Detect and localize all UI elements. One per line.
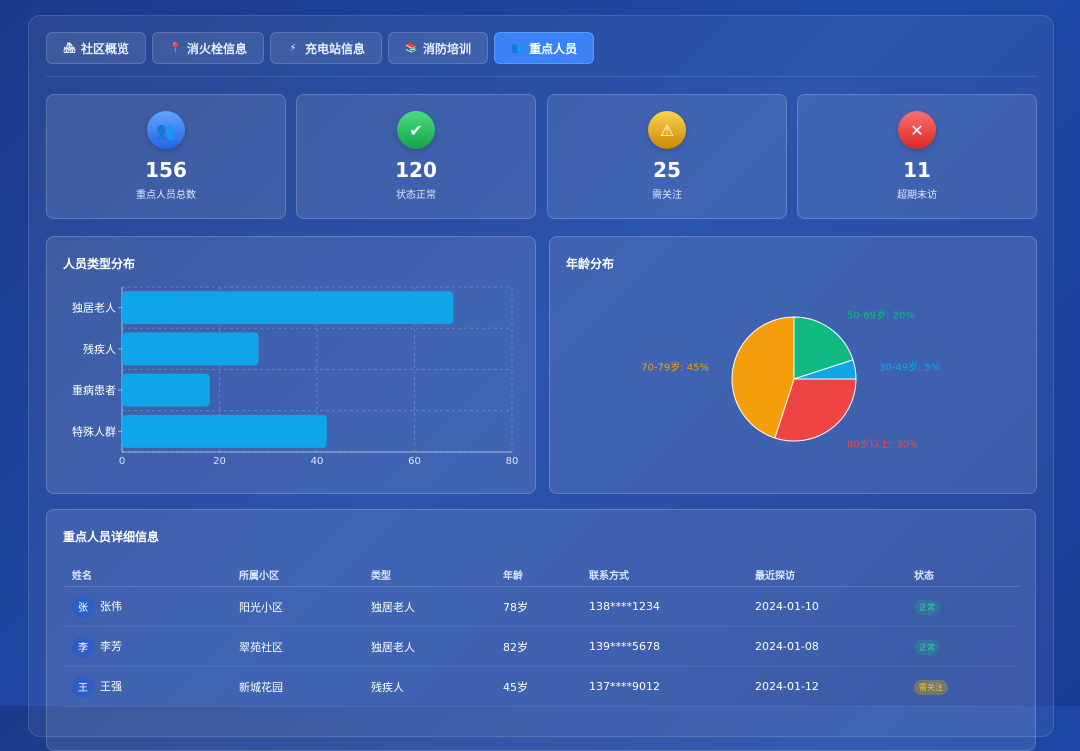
bar	[122, 414, 327, 448]
visit-cell: 2024-01-10	[746, 586, 905, 627]
dashboard-frame: 🏘 社区概览 📍 消火栓信息 ⚡ 充电站信息 📚 消防培训 👥 重点人员 👥 156 重点…	[28, 15, 1054, 751]
table-row[interactable]: 李李芳 翠苑社区 独居老人 82岁 139****5678 2024-01-08…	[63, 626, 1019, 667]
detail-table-panel: 重点人员详细信息 姓名 所属小区 类型 年龄 联系方式 最近探访 状态 张张伟 …	[46, 509, 1036, 751]
lightning-icon: ⚡	[289, 42, 297, 54]
avatar: 王	[72, 675, 94, 698]
category-label: 独居老人	[72, 302, 116, 315]
category-label: 残疾人	[83, 342, 116, 356]
tab-label: 充电站信息	[305, 41, 366, 56]
type-cell: 独居老人	[362, 586, 494, 627]
stat-value: 25	[653, 158, 681, 182]
tab-key-personnel[interactable]: 👥 重点人员	[494, 32, 595, 64]
divider	[46, 76, 1036, 77]
tab-charging-station[interactable]: ⚡ 充电站信息	[270, 32, 383, 64]
x-tick-label: 20	[213, 456, 226, 467]
books-icon: 📚	[405, 42, 418, 54]
phone-cell: 139****5678	[580, 626, 746, 667]
type-cell: 残疾人	[362, 666, 494, 707]
stat-card-total: 👥 156 重点人员总数	[46, 94, 286, 219]
stat-label: 状态正常	[396, 190, 436, 201]
column-header: 所属小区	[230, 562, 362, 587]
table-header-row: 姓名 所属小区 类型 年龄 联系方式 最近探访 状态	[63, 562, 1019, 587]
x-tick-label: 0	[119, 456, 125, 467]
panel-title: 重点人员详细信息	[63, 530, 160, 544]
stat-value: 11	[903, 158, 931, 182]
column-header: 联系方式	[580, 562, 746, 587]
people-icon: 👥	[511, 42, 524, 54]
avatar: 张	[72, 595, 94, 618]
type-cell: 独居老人	[362, 626, 494, 667]
status-cell: 需关注	[905, 666, 1019, 707]
check-icon: ✔	[397, 111, 435, 149]
person-name: 王强	[100, 679, 122, 693]
community-cell: 阳光小区	[230, 586, 362, 627]
tab-hydrant-info[interactable]: 📍 消火栓信息	[152, 32, 265, 64]
status-badge: 正常	[914, 600, 940, 615]
stat-card-overdue: ✕ 11 超期未访	[797, 94, 1037, 219]
stat-value: 156	[145, 158, 187, 182]
status-cell: 正常	[905, 626, 1019, 667]
visit-cell: 2024-01-12	[746, 666, 905, 707]
tab-label: 重点人员	[529, 41, 578, 56]
name-cell: 王王强	[63, 666, 230, 707]
name-cell: 张张伟	[63, 586, 230, 627]
phone-cell: 137****9012	[580, 666, 746, 707]
visit-cell: 2024-01-08	[746, 626, 905, 667]
avatar: 李	[72, 635, 94, 658]
column-header: 状态	[905, 562, 1019, 587]
close-icon: ✕	[898, 111, 936, 149]
tab-label: 社区概览	[81, 41, 130, 56]
age-cell: 82岁	[494, 626, 580, 667]
status-cell: 正常	[905, 586, 1019, 627]
type-bar-chart: 0 20 40 60 80 独居老人残疾人重病患者特殊人群	[72, 286, 519, 467]
person-name: 张伟	[100, 599, 122, 613]
slice-label: 80岁以上: 30%	[847, 438, 919, 451]
bar	[122, 373, 210, 407]
stat-label: 重点人员总数	[136, 190, 196, 201]
people-icon: 👥	[147, 111, 185, 149]
age-pie-chart: 50-69岁: 20% 30-49岁: 5% 80岁以上: 30% 70-79岁: 4…	[641, 308, 940, 451]
stat-label: 超期未访	[897, 190, 937, 201]
status-badge: 正常	[914, 640, 940, 655]
pin-icon: 📍	[169, 42, 182, 54]
column-header: 类型	[362, 562, 494, 587]
stat-label: 需关注	[652, 190, 682, 201]
status-badge: 需关注	[914, 680, 948, 695]
column-header: 最近探访	[746, 562, 905, 587]
table-row[interactable]: 王王强 新城花园 残疾人 45岁 137****9012 2024-01-12 …	[63, 666, 1019, 707]
community-cell: 翠苑社区	[230, 626, 362, 667]
stat-value: 120	[395, 158, 437, 182]
tab-label: 消防培训	[423, 41, 472, 56]
name-cell: 李李芳	[63, 626, 230, 667]
person-name: 李芳	[100, 639, 122, 653]
tab-label: 消火栓信息	[187, 41, 248, 56]
age-cell: 45岁	[494, 666, 580, 707]
age-distribution-panel: 年龄分布 50-69岁: 20% 30-49岁: 5% 80岁以上: 30% 70-7…	[549, 236, 1037, 494]
bar	[122, 332, 259, 366]
category-label: 特殊人群	[72, 424, 116, 438]
bar	[122, 291, 454, 325]
table-row[interactable]: 张张伟 阳光小区 独居老人 78岁 138****1234 2024-01-10…	[63, 586, 1019, 627]
tab-community-overview[interactable]: 🏘 社区概览	[46, 32, 147, 64]
x-tick-label: 60	[408, 456, 421, 467]
category-label: 重病患者	[72, 383, 116, 397]
slice-label: 30-49岁: 5%	[879, 360, 940, 373]
slice-label: 70-79岁: 45%	[641, 360, 709, 373]
column-header: 姓名	[63, 562, 230, 587]
personnel-table: 姓名 所属小区 类型 年龄 联系方式 最近探访 状态 张张伟 阳光小区 独居老人…	[63, 562, 1019, 707]
column-header: 年龄	[494, 562, 580, 587]
stat-card-attention: ⚠ 25 需关注	[547, 94, 787, 219]
x-tick-label: 40	[311, 456, 324, 467]
tab-bar: 🏘 社区概览 📍 消火栓信息 ⚡ 充电站信息 📚 消防培训 👥 重点人员	[46, 32, 595, 64]
warning-icon: ⚠	[648, 111, 686, 149]
house-icon: 🏘	[63, 42, 76, 54]
tab-fire-training[interactable]: 📚 消防培训	[388, 32, 489, 64]
age-cell: 78岁	[494, 586, 580, 627]
community-cell: 新城花园	[230, 666, 362, 707]
stat-card-normal: ✔ 120 状态正常	[296, 94, 536, 219]
slice-label: 50-69岁: 20%	[847, 308, 915, 321]
phone-cell: 138****1234	[580, 586, 746, 627]
x-tick-label: 80	[506, 456, 519, 467]
type-distribution-panel: 人员类型分布 0 20 40 60 80 独居老人 残疾人 重病患者 特殊人群	[46, 236, 536, 494]
